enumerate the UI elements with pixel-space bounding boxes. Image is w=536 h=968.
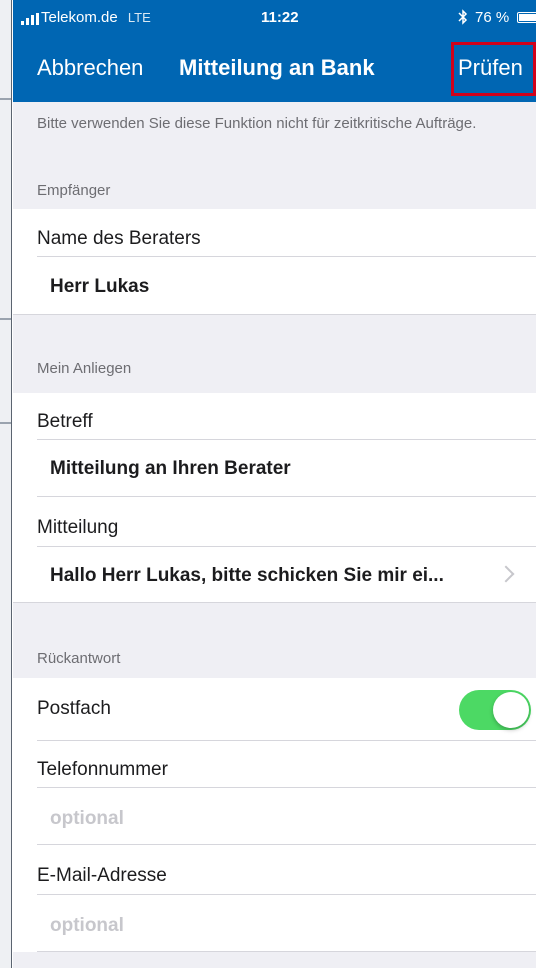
email-field[interactable]: optional	[13, 895, 536, 952]
signal-strength-icon	[21, 13, 39, 25]
phone-label: Telefonnummer	[13, 741, 536, 788]
mailbox-label: Postfach	[37, 698, 111, 719]
cancel-button[interactable]: Abbrechen	[37, 55, 143, 81]
message-preview: Hallo Herr Lukas, bitte schicken Sie mir…	[50, 565, 444, 586]
chevron-right-icon	[497, 565, 515, 583]
form-content: Bitte verwenden Sie diese Funktion nicht…	[13, 102, 536, 952]
advisor-field[interactable]: Herr Lukas	[13, 257, 536, 315]
message-field[interactable]: Hallo Herr Lukas, bitte schicken Sie mir…	[13, 547, 536, 603]
mailbox-toggle[interactable]	[459, 690, 531, 730]
frame-tick	[0, 98, 11, 100]
page-title: Mitteilung an Bank	[179, 55, 375, 80]
notice-text: Bitte verwenden Sie diese Funktion nicht…	[37, 115, 477, 132]
mailbox-row: Postfach	[13, 678, 536, 741]
email-label: E-Mail-Adresse	[13, 845, 536, 895]
subject-label: Betreff	[13, 393, 536, 440]
navigation-bar: Abbrechen Mitteilung an Bank Prüfen	[13, 36, 536, 102]
battery-icon	[517, 12, 536, 23]
network-type: LTE	[127, 10, 151, 25]
window-frame-left	[0, 0, 12, 968]
advisor-label: Name des Beraters	[13, 209, 536, 257]
bluetooth-icon	[458, 9, 468, 29]
phone-field[interactable]: optional	[13, 788, 536, 845]
subject-field[interactable]: Mitteilung an Ihren Berater	[13, 440, 536, 497]
status-time: 11:22	[261, 9, 299, 26]
toggle-knob	[493, 692, 529, 728]
frame-tick	[0, 318, 11, 320]
section-header-recipient: Empfänger	[37, 182, 111, 199]
highlight-box	[451, 42, 536, 96]
section-header-reply: Rückantwort	[37, 650, 121, 667]
section-header-request: Mein Anliegen	[37, 360, 132, 377]
frame-tick	[0, 422, 11, 424]
carrier-name: Telekom.de	[41, 9, 118, 26]
battery-percent: 76 %	[475, 9, 510, 26]
phone-screen: Telekom.de LTE 11:22 76 % Abbrechen Mitt…	[13, 0, 536, 968]
carrier-label: Telekom.de LTE	[41, 9, 151, 26]
message-label: Mitteilung	[13, 497, 536, 547]
status-bar: Telekom.de LTE 11:22 76 %	[13, 0, 536, 36]
